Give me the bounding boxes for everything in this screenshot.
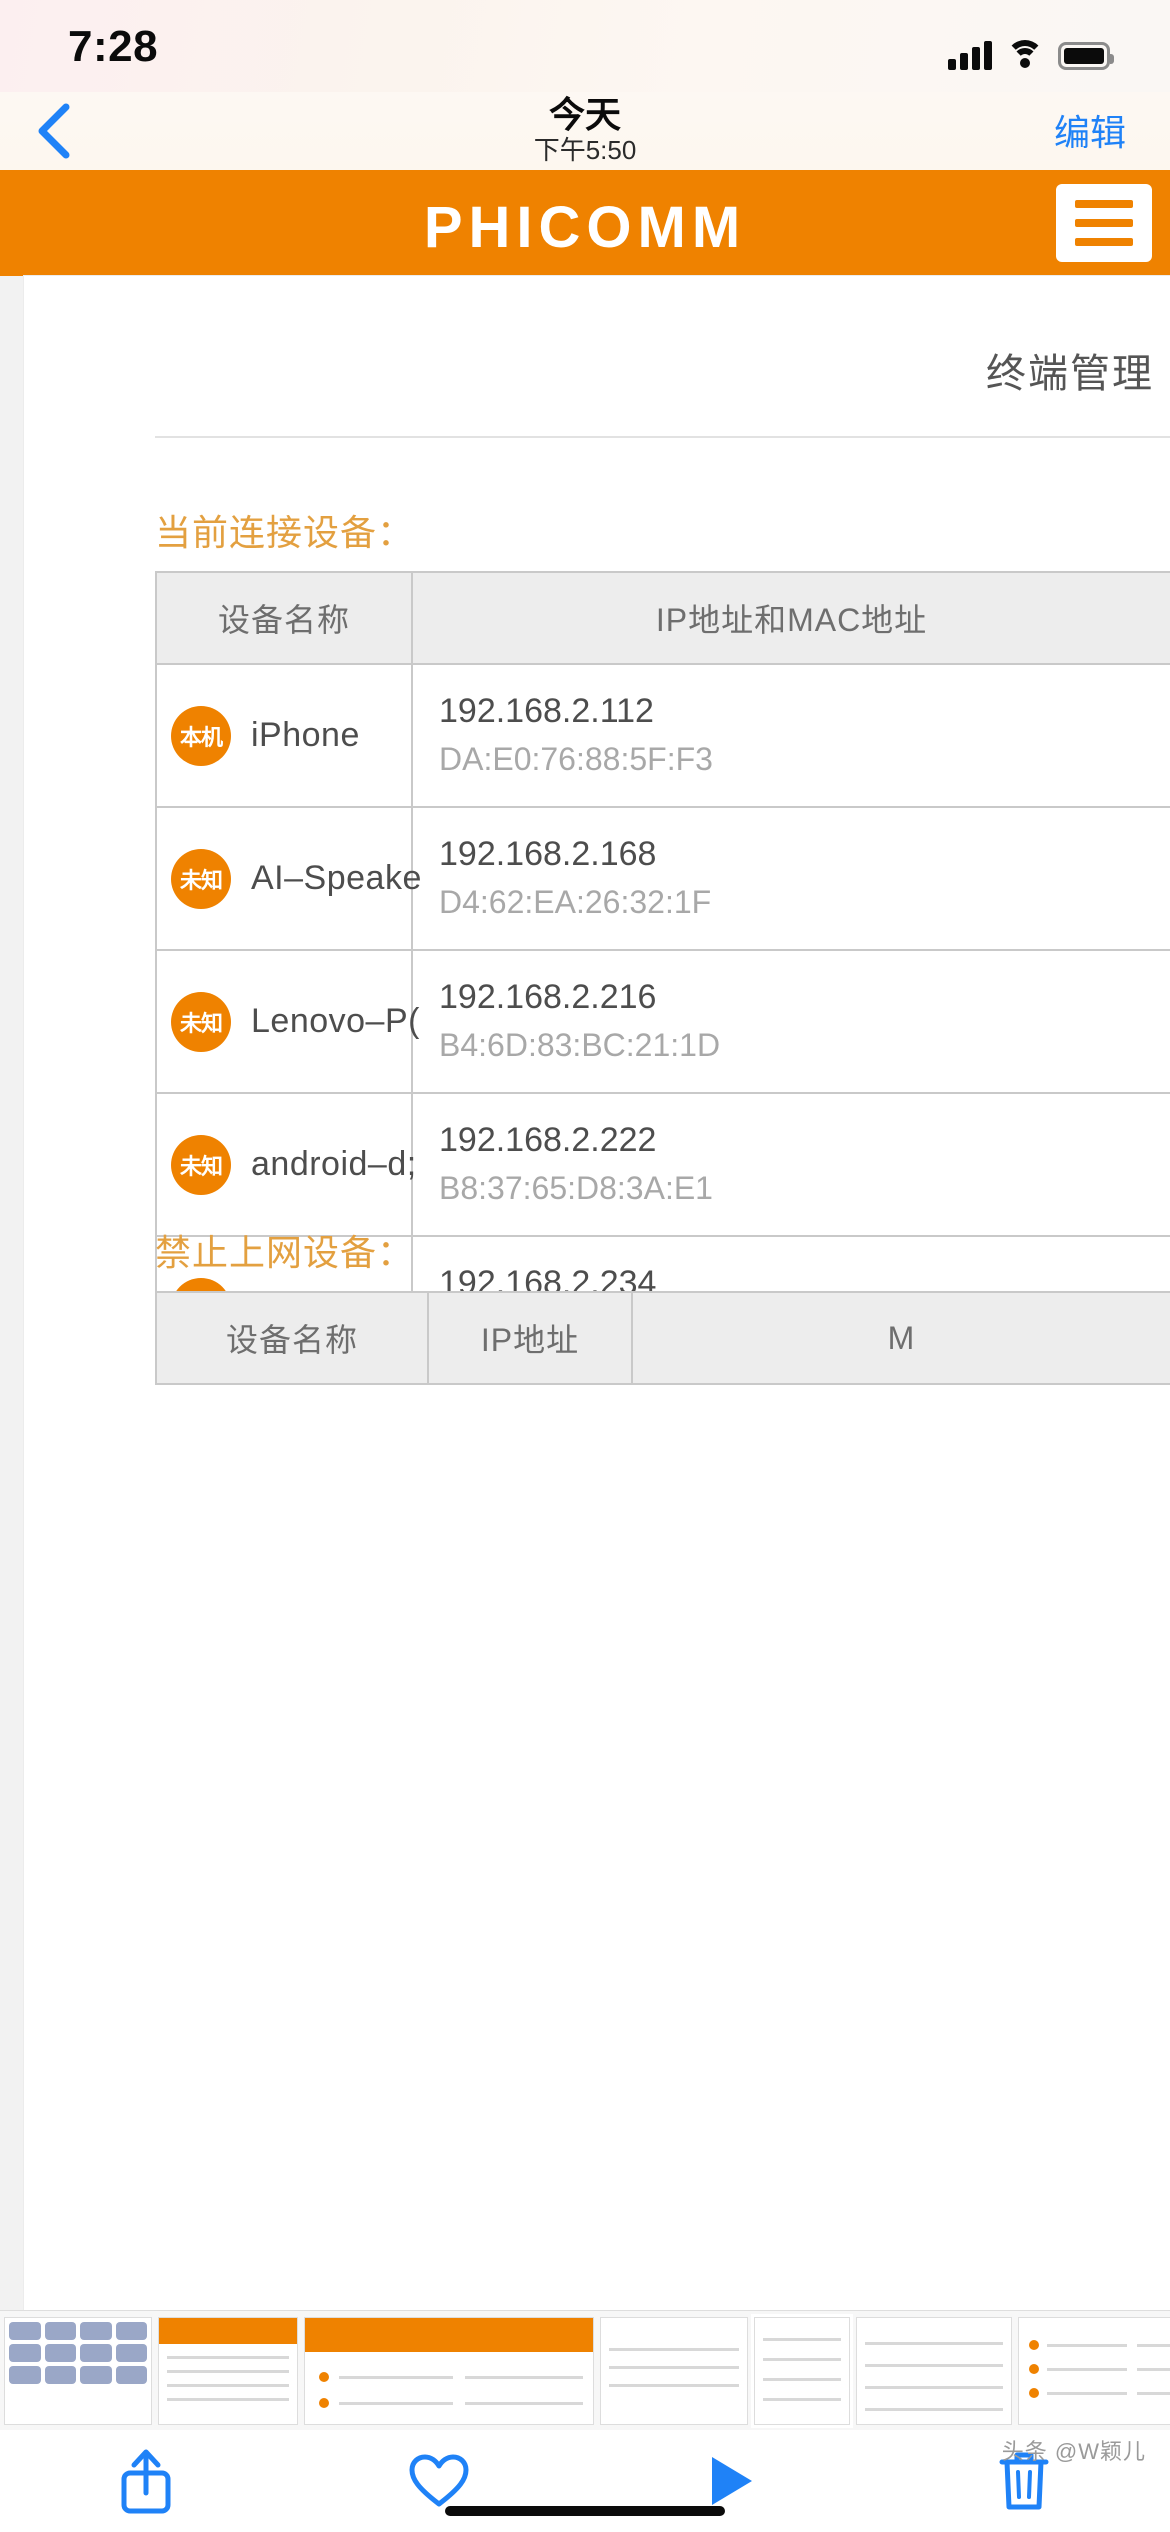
device-name: Lenovo–P( — [251, 1002, 420, 1040]
edit-button[interactable]: 编辑 — [1054, 104, 1126, 156]
device-badge: 未知 — [171, 1134, 231, 1195]
blocked-section-label: 禁止上网设备： — [155, 1232, 415, 1273]
table-row[interactable]: 未知 AI–Speake 192.168.2.168 D4:62:EA:26:3… — [155, 806, 1170, 951]
table-row[interactable]: 未知 Lenovo–P( 192.168.2.216 B4:6D:83:BC:2… — [155, 949, 1170, 1094]
filmstrip-thumbnail[interactable] — [304, 2316, 594, 2425]
device-mac: B8:37:65:D8:3A:E1 — [439, 1169, 713, 1206]
device-address-cell: 192.168.2.168 D4:62:EA:26:32:1F — [410, 806, 1170, 951]
play-icon — [712, 2457, 753, 2505]
filmstrip-thumbnail[interactable] — [856, 2316, 1012, 2425]
blocked-devices-table: 设备名称 IP地址 M — [155, 1291, 1170, 1385]
share-icon — [121, 2449, 171, 2514]
device-badge: 未知 — [171, 848, 231, 909]
device-ip: 192.168.2.222 — [439, 1121, 657, 1160]
photo-toolbar — [0, 2430, 1170, 2532]
device-name: android–d; — [251, 1145, 417, 1183]
router-page-card: 终端管理 当前连接设备： 设备名称 IP地址和MAC地址 本机 iPhone 1… — [24, 276, 1170, 2310]
device-name-cell: 本机 iPhone — [155, 663, 413, 808]
device-ip: 192.168.2.112 — [439, 692, 654, 731]
title-divider — [155, 436, 1170, 438]
screen-root: 7:28 今天 下午5:50 编辑 PHICOMM 终端管理 当前连接设备： 设… — [0, 0, 1170, 2532]
device-ip: 192.168.2.216 — [439, 978, 657, 1017]
device-name: iPhone — [251, 716, 360, 754]
battery-icon — [1058, 42, 1114, 70]
filmstrip-thumbnail[interactable] — [4, 2316, 152, 2425]
device-address-cell: 192.168.2.216 B4:6D:83:BC:21:1D — [410, 949, 1170, 1094]
table-row[interactable]: 未知 android–d; 192.168.2.222 B8:37:65:D8:… — [155, 1092, 1170, 1237]
status-bar-time: 7:28 — [68, 22, 159, 71]
device-address-cell: 192.168.2.222 B8:37:65:D8:3A:E1 — [410, 1092, 1170, 1237]
device-address-cell: 192.168.2.112 DA:E0:76:88:5F:F3 — [410, 663, 1170, 808]
filmstrip-thumbnail[interactable] — [600, 2316, 748, 2425]
table-header-row: 设备名称 IP地址 M — [155, 1291, 1170, 1385]
device-mac: DA:E0:76:88:5F:F3 — [439, 740, 713, 777]
page-title: 今天 — [548, 94, 621, 135]
column-header-ip: IP地址 — [427, 1291, 633, 1385]
router-header-bar: PHICOMM — [0, 170, 1170, 276]
table-row[interactable]: 本机 iPhone 192.168.2.112 DA:E0:76:88:5F:F… — [155, 663, 1170, 808]
status-bar-icons — [948, 26, 1114, 70]
device-name-cell: 未知 android–d; — [155, 1092, 416, 1237]
cellular-signal-icon — [948, 40, 992, 70]
device-badge: 本机 — [171, 705, 231, 766]
filmstrip-thumbnail[interactable] — [1018, 2316, 1170, 2425]
table-header-row: 设备名称 IP地址和MAC地址 — [155, 571, 1170, 665]
navigation-bar: 今天 下午5:50 编辑 — [0, 92, 1170, 170]
device-name-cell: 未知 Lenovo–P( — [155, 949, 419, 1094]
device-name-cell: 未知 AI–Speake — [155, 806, 421, 951]
watermark: 头条 @W颖儿 — [1001, 2439, 1146, 2464]
filmstrip-thumbnail[interactable] — [158, 2316, 298, 2425]
photo-viewer[interactable]: PHICOMM 终端管理 当前连接设备： 设备名称 IP地址和MAC地址 本机 … — [0, 170, 1170, 2310]
wifi-icon — [1006, 40, 1044, 70]
filmstrip-thumbnail-selected[interactable] — [751, 2313, 853, 2428]
column-header-device-name: 设备名称 — [155, 1291, 429, 1385]
photo-filmstrip[interactable] — [0, 2310, 1170, 2430]
connected-section-label: 当前连接设备： — [155, 512, 415, 553]
column-header-device-name: 设备名称 — [155, 571, 413, 665]
status-bar: 7:28 — [0, 0, 1170, 92]
hamburger-menu-icon[interactable] — [1056, 184, 1152, 262]
device-badge: 未知 — [171, 991, 231, 1052]
phicomm-logo: PHICOMM — [423, 195, 747, 260]
column-header-mac: M — [631, 1291, 1170, 1385]
router-page-title: 终端管理 — [986, 352, 1154, 396]
heart-icon — [409, 2454, 469, 2507]
column-header-ip-mac: IP地址和MAC地址 — [410, 571, 1170, 665]
page-subtitle: 下午5:50 — [533, 135, 637, 165]
device-ip: 192.168.2.168 — [439, 835, 657, 874]
share-button[interactable] — [91, 2440, 201, 2522]
device-mac: D4:62:EA:26:32:1F — [439, 883, 712, 920]
device-mac: B4:6D:83:BC:21:1D — [439, 1026, 721, 1063]
home-indicator[interactable] — [445, 2506, 725, 2516]
nav-title-group: 今天 下午5:50 — [0, 94, 1170, 166]
device-name: AI–Speake — [251, 859, 422, 897]
